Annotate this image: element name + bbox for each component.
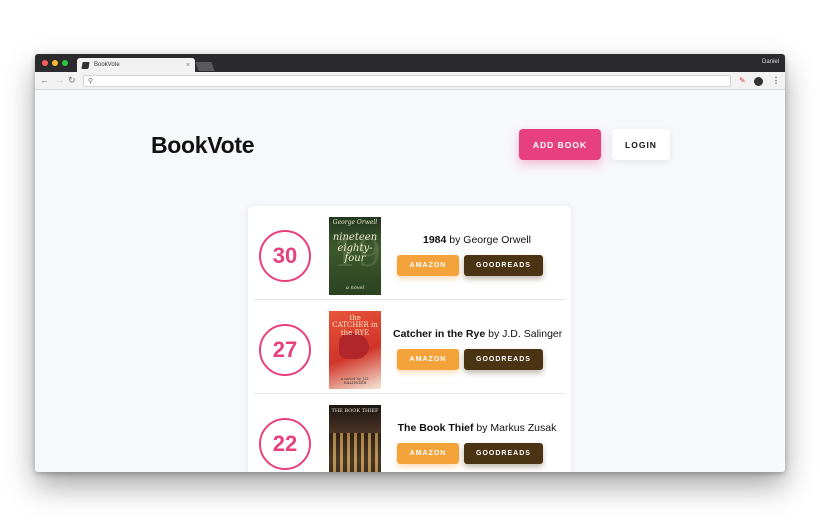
book-by: by bbox=[449, 234, 461, 246]
book-author: Markus Zusak bbox=[490, 422, 557, 434]
profile-name[interactable]: Daniel bbox=[762, 59, 779, 65]
chat-icon[interactable] bbox=[754, 77, 763, 86]
amazon-button[interactable]: AMAZON bbox=[397, 443, 459, 464]
book-author: George Orwell bbox=[463, 234, 531, 246]
book-row: 30 1984 George Orwell nineteen eighty-fo… bbox=[248, 206, 571, 300]
browser-tab[interactable]: BookVote × bbox=[77, 58, 195, 72]
login-button[interactable]: LOGIN bbox=[612, 129, 670, 160]
book-heading: Catcher in the Rye by J.D. Salinger bbox=[393, 328, 563, 340]
book-title: 1984 bbox=[423, 234, 447, 246]
minimize-window-button[interactable] bbox=[52, 60, 58, 66]
dominoes-art bbox=[329, 433, 381, 472]
browser-window: BookVote × Daniel ← → ↻ ⚲ ✎ ⋮ BookVote A… bbox=[35, 54, 785, 472]
book-by: by bbox=[476, 422, 488, 434]
book-cover: the CATCHER in the RYE a novel by J.D. S… bbox=[329, 311, 381, 389]
close-window-button[interactable] bbox=[42, 60, 48, 66]
book-author: J.D. Salinger bbox=[502, 328, 563, 340]
book-title: Catcher in the Rye bbox=[393, 328, 486, 340]
page-content: BookVote ADD BOOK LOGIN 30 1984 George O… bbox=[35, 90, 785, 472]
goodreads-button[interactable]: GOODREADS bbox=[464, 255, 543, 276]
tab-title: BookVote bbox=[94, 62, 120, 68]
reload-icon[interactable]: ↻ bbox=[68, 75, 76, 86]
menu-icon[interactable]: ⋮ bbox=[772, 75, 780, 86]
book-title: The Book Thief bbox=[397, 422, 474, 434]
book-cover: 1984 George Orwell nineteen eighty-four … bbox=[329, 217, 381, 295]
back-arrow-icon[interactable]: ← bbox=[40, 75, 49, 86]
browser-toolbar: ← → ↻ ⚲ ✎ ⋮ bbox=[35, 72, 785, 90]
vote-count[interactable]: 30 bbox=[259, 230, 311, 282]
vote-count[interactable]: 22 bbox=[259, 418, 311, 470]
book-list: 30 1984 George Orwell nineteen eighty-fo… bbox=[248, 206, 571, 472]
book-tab-icon bbox=[81, 61, 90, 69]
title-bar: BookVote × Daniel bbox=[35, 54, 785, 72]
book-heading: 1984 by George Orwell bbox=[393, 234, 561, 246]
close-icon[interactable]: × bbox=[186, 62, 190, 69]
amazon-button[interactable]: AMAZON bbox=[397, 255, 459, 276]
book-heading: The Book Thief by Markus Zusak bbox=[393, 422, 561, 434]
book-row: 27 the CATCHER in the RYE a novel by J.D… bbox=[248, 300, 571, 394]
search-icon: ⚲ bbox=[88, 78, 94, 85]
goodreads-button[interactable]: GOODREADS bbox=[464, 443, 543, 464]
book-by: by bbox=[488, 328, 500, 340]
amazon-button[interactable]: AMAZON bbox=[397, 349, 459, 370]
maximize-window-button[interactable] bbox=[62, 60, 68, 66]
add-book-button[interactable]: ADD BOOK bbox=[519, 129, 601, 160]
site-logo[interactable]: BookVote bbox=[151, 132, 255, 159]
pencil-icon[interactable]: ✎ bbox=[739, 75, 746, 86]
book-cover: THE BOOK THIEF bbox=[329, 405, 381, 472]
new-tab-button[interactable] bbox=[195, 62, 215, 71]
goodreads-button[interactable]: GOODREADS bbox=[464, 349, 543, 370]
book-row: 22 THE BOOK THIEF The Book Thief by Mark… bbox=[248, 394, 571, 472]
forward-arrow-icon[interactable]: → bbox=[55, 75, 64, 86]
vote-count[interactable]: 27 bbox=[259, 324, 311, 376]
address-bar[interactable]: ⚲ bbox=[83, 75, 731, 87]
